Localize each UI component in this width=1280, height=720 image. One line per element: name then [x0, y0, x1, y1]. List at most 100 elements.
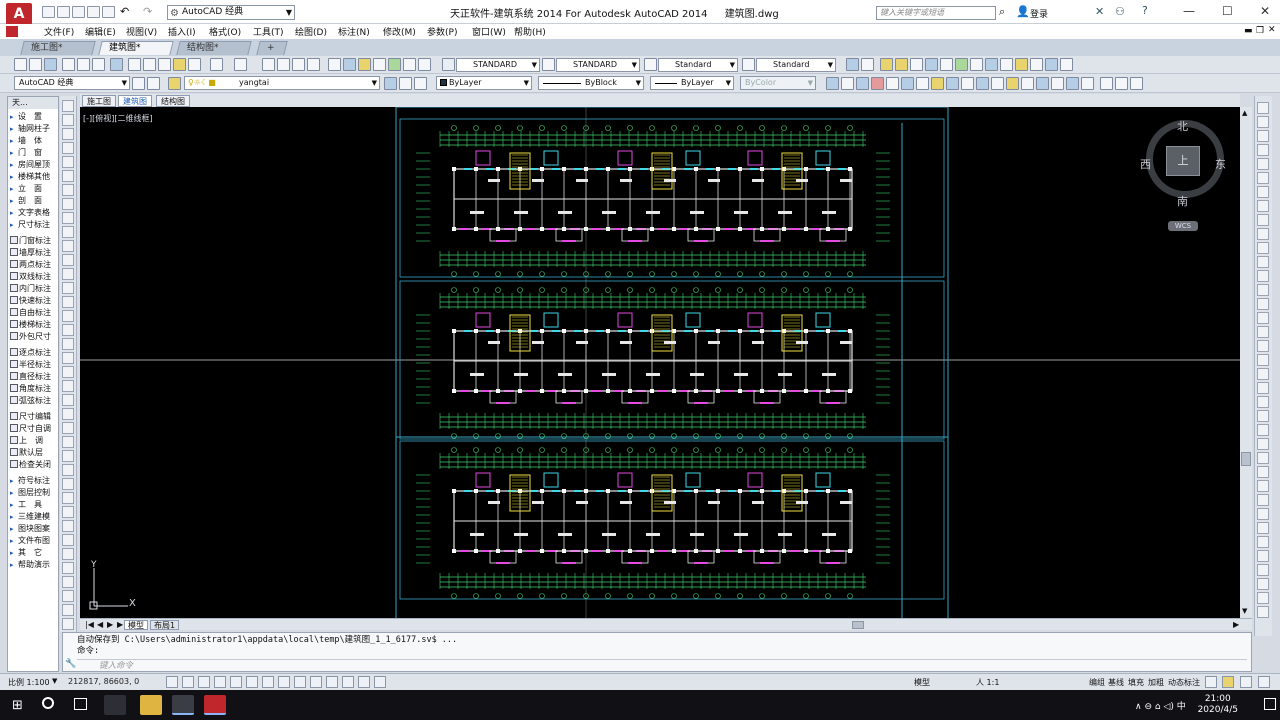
palette-item[interactable]: ▸ 门 窗 [10, 147, 60, 159]
modify-tool-icon[interactable] [1257, 200, 1269, 212]
palette-item[interactable]: ▸ 图层控制 [10, 487, 60, 499]
palette-item[interactable]: 外包尺寸 [10, 331, 60, 343]
model-space-toggle[interactable]: 模型 [914, 677, 930, 688]
draw-tool-icon[interactable] [62, 268, 74, 280]
menu-dimension[interactable]: 标注(N) [338, 25, 370, 38]
modify-tool-icon[interactable] [1257, 592, 1269, 604]
search-icon[interactable]: ⌕ [999, 5, 1005, 19]
open-icon[interactable] [29, 58, 42, 71]
dim-style-manage-icon[interactable] [1130, 77, 1143, 90]
draw-tool-icon[interactable] [62, 198, 74, 210]
palette-item[interactable]: ▸ 轴网柱子 [10, 123, 60, 135]
tray-icons[interactable]: ∧ ⊖ ⌂ ◁) 中 [1135, 699, 1186, 712]
layer-iso-icon[interactable] [925, 58, 938, 71]
layer-prev-icon[interactable] [861, 58, 874, 71]
make-current-icon[interactable] [384, 77, 397, 90]
modify-tool-icon[interactable] [1257, 466, 1269, 478]
workspace-settings-icon[interactable] [132, 77, 145, 90]
new-tab-button[interactable]: + [256, 41, 288, 55]
layer-dropdown[interactable]: ♀☼☾■ yangtai ▼ [184, 76, 380, 90]
menu-file[interactable]: 文件(F) [44, 25, 74, 38]
login-link[interactable]: 登录 [1030, 7, 1048, 20]
zoom-previous-icon[interactable] [307, 58, 320, 71]
linetype-dropdown[interactable]: ByBlock ▼ [538, 76, 644, 90]
dim-diameter-icon[interactable] [901, 77, 914, 90]
dim-linear-icon[interactable] [826, 77, 839, 90]
palette-item[interactable]: 楼梯标注 [10, 319, 60, 331]
layer-properties-icon[interactable] [168, 77, 181, 90]
palette-item[interactable]: 直径标注 [10, 371, 60, 383]
lock-icon[interactable] [910, 58, 923, 71]
modify-tool-icon[interactable] [1257, 354, 1269, 366]
draw-tool-icon[interactable] [62, 394, 74, 406]
coordinates-readout[interactable]: 212817, 86603, 0 [68, 677, 139, 686]
undo-icon[interactable] [210, 58, 223, 71]
palette-item[interactable]: ▸ 其 它 [10, 547, 60, 559]
dim-aligned-icon[interactable] [841, 77, 854, 90]
viewcube-east[interactable]: 东 [1215, 156, 1226, 172]
modify-tool-icon[interactable] [1257, 130, 1269, 142]
menu-app-icon[interactable] [6, 26, 18, 37]
community-icon[interactable]: ⚇ [1115, 5, 1125, 18]
preview-icon[interactable] [77, 58, 90, 71]
modify-tool-icon[interactable] [1257, 578, 1269, 590]
copy-icon[interactable] [143, 58, 156, 71]
dim-arc-icon[interactable] [856, 77, 869, 90]
modify-tool-icon[interactable] [1257, 340, 1269, 352]
undo-icon[interactable]: ↶ [120, 5, 129, 18]
hardware-accel-icon[interactable] [1222, 676, 1234, 688]
autocad-taskbar-icon[interactable] [204, 695, 226, 715]
vertical-scroll-thumb[interactable] [1241, 452, 1251, 466]
save-as-icon[interactable] [87, 6, 100, 18]
modify-tool-icon[interactable] [1257, 326, 1269, 338]
palette-item[interactable]: ▸ 帮助演示 [10, 559, 60, 571]
viewcube-north[interactable]: 北 [1177, 118, 1188, 134]
publish-icon[interactable] [92, 58, 105, 71]
layer-thaw-icon[interactable] [1045, 58, 1058, 71]
menu-modify[interactable]: 修改(M) [383, 25, 416, 38]
close-icon[interactable]: ✕ [1260, 4, 1270, 18]
status-bold[interactable]: 加粗 [1148, 677, 1164, 688]
drafting-toggle-icon[interactable] [214, 676, 226, 688]
properties-icon[interactable] [328, 58, 341, 71]
design-center-icon[interactable] [343, 58, 356, 71]
dim-break-icon[interactable] [991, 77, 1004, 90]
menu-format[interactable]: 格式(O) [209, 25, 241, 38]
new-file-icon[interactable] [42, 6, 55, 18]
file-tab-jiegoutu[interactable]: 结构图* [176, 41, 252, 55]
layer-off-icon[interactable] [1030, 58, 1043, 71]
maximize-icon[interactable]: ☐ [1222, 4, 1233, 18]
modify-tool-icon[interactable] [1257, 158, 1269, 170]
match-properties-icon[interactable] [173, 58, 186, 71]
tool-palettes-icon[interactable] [358, 58, 371, 71]
menu-insert[interactable]: 插入(I) [168, 25, 196, 38]
palette-item[interactable]: ▸ 楼梯其他 [10, 171, 60, 183]
draw-tool-icon[interactable] [62, 212, 74, 224]
status-group[interactable]: 编组 [1089, 677, 1105, 688]
plot-icon[interactable] [62, 58, 75, 71]
draw-tool-icon[interactable] [62, 520, 74, 532]
target-icon[interactable] [1115, 77, 1128, 90]
sun-icon[interactable] [895, 58, 908, 71]
redo-icon[interactable]: ↷ [143, 5, 152, 18]
modify-tool-icon[interactable] [1257, 494, 1269, 506]
wrench-icon[interactable]: 🔧 [65, 659, 76, 669]
scroll-up-icon[interactable]: ▲ [1242, 109, 1247, 117]
palette-item[interactable]: 尺寸编辑 [10, 411, 60, 423]
lock-ui-icon[interactable] [1205, 676, 1217, 688]
modify-tool-icon[interactable] [1257, 536, 1269, 548]
tab-model[interactable]: 模型 [124, 620, 148, 630]
3d-print-icon[interactable] [110, 58, 123, 71]
palette-item[interactable]: 自由标注 [10, 307, 60, 319]
viewcube-west[interactable]: 西 [1140, 156, 1151, 172]
drafting-toggle-icon[interactable] [374, 676, 386, 688]
windows-start-icon[interactable]: ⊞ [12, 698, 23, 713]
palette-item[interactable]: ▸ 文字表格 [10, 207, 60, 219]
modify-tool-icon[interactable] [1257, 270, 1269, 282]
draw-tool-icon[interactable] [62, 296, 74, 308]
search-input[interactable]: 键入关键字或短语 [876, 6, 996, 20]
mleader-style-dropdown[interactable]: Standard ▼ [756, 58, 836, 72]
draw-tool-icon[interactable] [62, 506, 74, 518]
modify-tool-icon[interactable] [1257, 396, 1269, 408]
menu-close-icon[interactable]: ✕ [1268, 25, 1276, 35]
